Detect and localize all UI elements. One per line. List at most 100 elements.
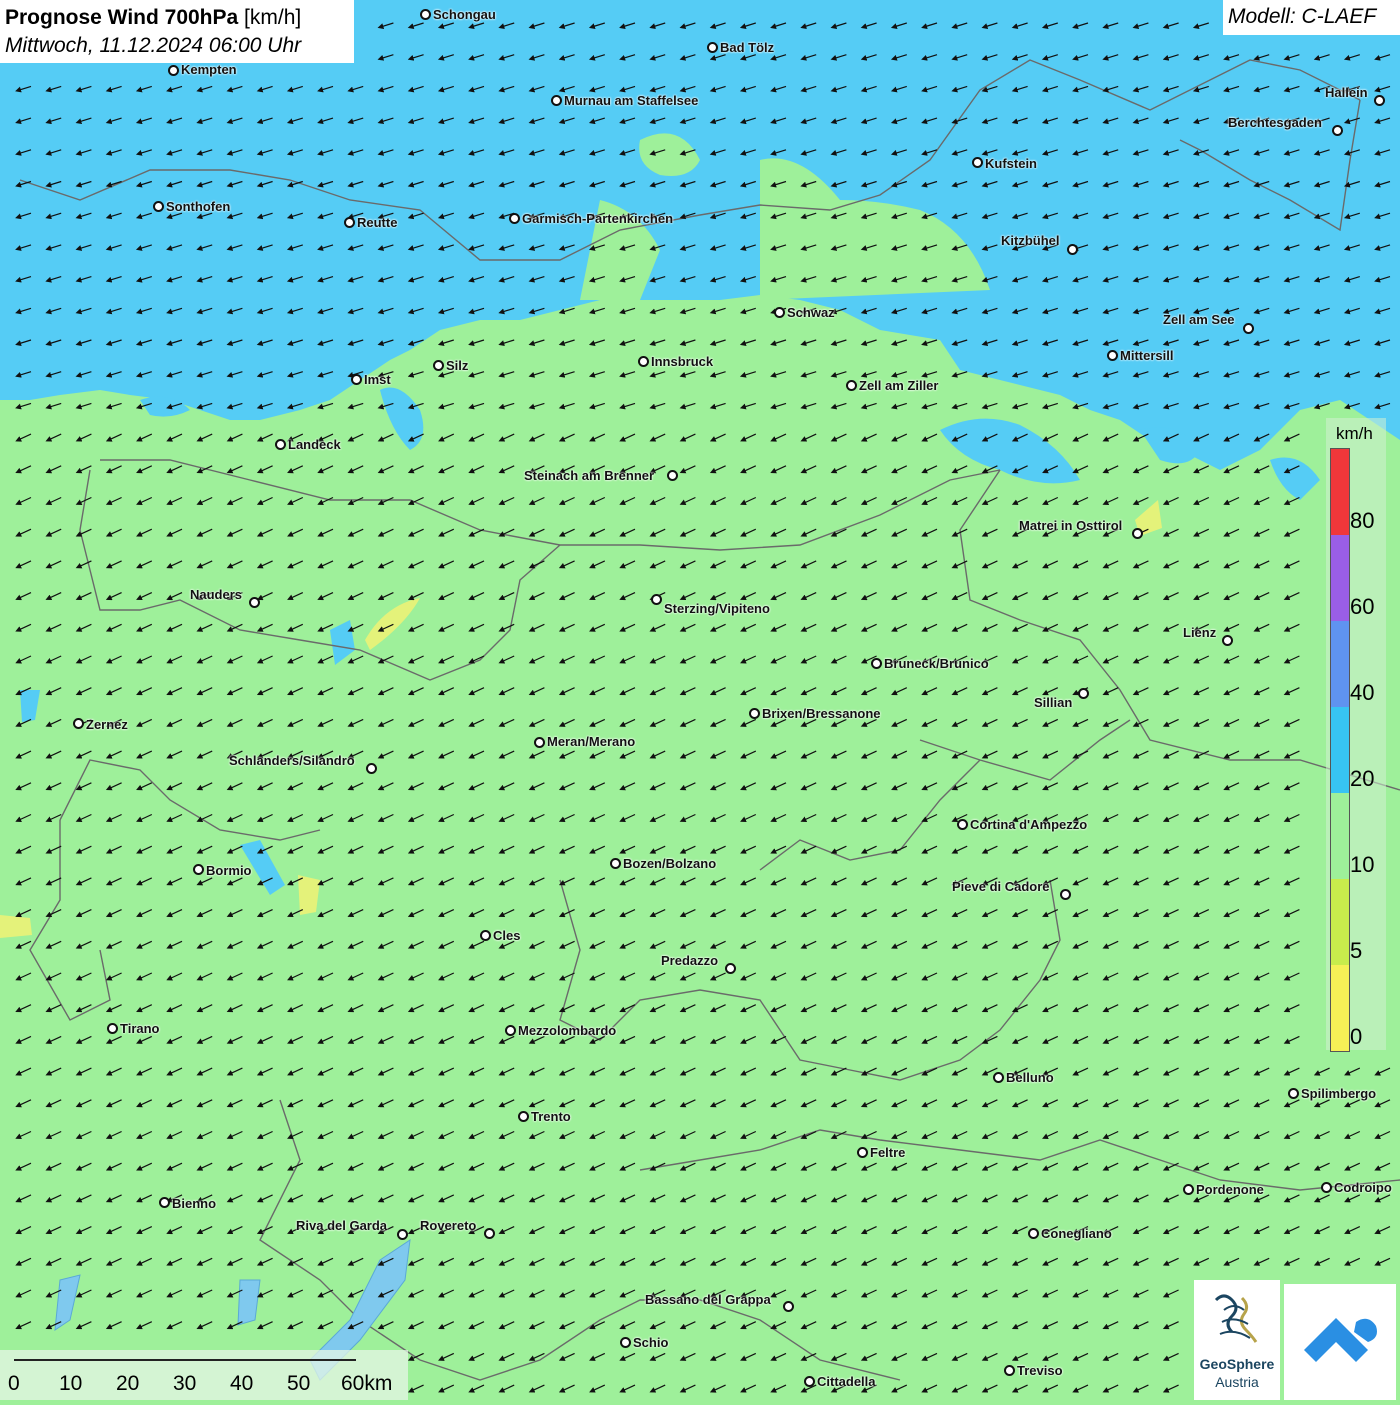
city-label[interactable]: Hallein	[1325, 85, 1368, 100]
city-label[interactable]: Mezzolombardo	[518, 1023, 616, 1038]
city-label[interactable]: Nauders	[190, 587, 242, 602]
city-marker	[153, 201, 164, 212]
city-label[interactable]: Treviso	[1017, 1363, 1063, 1378]
geosphere-name: GeoSphere	[1199, 1356, 1275, 1372]
city-marker	[1332, 125, 1343, 136]
app-logo[interactable]	[1284, 1284, 1396, 1400]
scale-label: 0	[8, 1372, 20, 1395]
city-label[interactable]: Trento	[531, 1109, 571, 1124]
legend-label: 80	[1350, 508, 1375, 533]
city-label[interactable]: Bassano del Grappa	[645, 1292, 771, 1307]
forecast-datetime: Mittwoch, 11.12.2024 06:00 Uhr	[5, 34, 302, 57]
city-marker	[667, 470, 678, 481]
city-marker	[505, 1025, 516, 1036]
city-label[interactable]: Landeck	[288, 437, 341, 452]
city-label[interactable]: Reutte	[357, 215, 397, 230]
city-label[interactable]: Bruneck/Brunico	[884, 656, 989, 671]
legend-label: 40	[1350, 680, 1375, 705]
city-marker	[551, 95, 562, 106]
city-label[interactable]: Zernez	[86, 717, 128, 732]
city-label[interactable]: Matrei in Osttirol	[1019, 518, 1122, 533]
city-label[interactable]: Meran/Merano	[547, 734, 635, 749]
city-marker	[1060, 889, 1071, 900]
city-marker	[774, 307, 785, 318]
model-name: Modell: C-LAEF	[1228, 5, 1377, 28]
city-marker	[1243, 323, 1254, 334]
city-marker	[620, 1337, 631, 1348]
city-label[interactable]: Garmisch-Partenkirchen	[522, 211, 673, 226]
city-marker	[857, 1147, 868, 1158]
city-label[interactable]: Feltre	[870, 1145, 905, 1160]
app-logo-icon	[1304, 1318, 1377, 1362]
legend-label: 5	[1350, 938, 1363, 963]
city-marker	[651, 594, 662, 605]
legend-segment-20	[1331, 707, 1349, 793]
map-title: Prognose Wind 700hPa [km/h]	[5, 6, 302, 29]
city-label[interactable]: Riva del Garda	[296, 1218, 387, 1233]
city-marker	[1107, 350, 1118, 361]
city-label[interactable]: Silz	[446, 358, 468, 373]
city-marker	[871, 658, 882, 669]
city-marker	[1067, 244, 1078, 255]
city-label[interactable]: Zell am Ziller	[859, 378, 938, 393]
city-label[interactable]: Conegliano	[1041, 1226, 1112, 1241]
title-box: Prognose Wind 700hPa [km/h] Mittwoch, 11…	[0, 0, 354, 63]
city-label[interactable]: Schongau	[433, 7, 496, 22]
scale-label: 50	[287, 1372, 311, 1395]
geosphere-logo-icon	[1214, 1294, 1258, 1343]
city-marker	[1028, 1228, 1039, 1239]
city-marker	[107, 1023, 118, 1034]
city-label[interactable]: Cortina d'Ampezzo	[970, 817, 1087, 832]
city-label[interactable]: Codroipo	[1334, 1180, 1392, 1195]
city-label[interactable]: Brixen/Bressanone	[762, 706, 881, 721]
city-label[interactable]: Sonthofen	[166, 199, 230, 214]
city-marker	[1183, 1184, 1194, 1195]
city-label[interactable]: Murnau am Staffelsee	[564, 93, 698, 108]
city-label[interactable]: Belluno	[1006, 1070, 1054, 1085]
city-marker	[846, 380, 857, 391]
city-marker	[957, 819, 968, 830]
city-marker	[725, 963, 736, 974]
city-label[interactable]: Steinach am Brenner	[524, 468, 654, 483]
city-marker	[344, 217, 355, 228]
city-label[interactable]: Berchtesgaden	[1228, 115, 1322, 130]
city-label[interactable]: Sillian	[1034, 695, 1072, 710]
city-label[interactable]: Spilimbergo	[1301, 1086, 1376, 1101]
legend-label: 0	[1350, 1024, 1363, 1049]
city-marker	[1321, 1182, 1332, 1193]
city-label[interactable]: Bad Tölz	[720, 40, 774, 55]
scale-label: 10	[59, 1372, 83, 1395]
city-marker	[509, 213, 520, 224]
city-label[interactable]: Kitzbühel	[1001, 233, 1060, 248]
city-label[interactable]: Bozen/Bolzano	[623, 856, 716, 871]
city-label[interactable]: Schlanders/Silandro	[229, 753, 355, 768]
city-label[interactable]: Cittadella	[817, 1374, 876, 1389]
city-label[interactable]: Bienno	[172, 1196, 216, 1211]
city-marker	[168, 65, 179, 76]
city-marker	[193, 864, 204, 875]
city-label[interactable]: Innsbruck	[651, 354, 713, 369]
city-label[interactable]: Bormio	[206, 863, 252, 878]
city-label[interactable]: Rovereto	[420, 1218, 476, 1233]
city-label[interactable]: Kempten	[181, 62, 237, 77]
legend-segment-40	[1331, 621, 1349, 707]
city-label[interactable]: Pieve di Cadore	[952, 879, 1050, 894]
city-label[interactable]: Tirano	[120, 1021, 160, 1036]
legend-segment-60	[1331, 535, 1349, 621]
scale-label: 30	[173, 1372, 197, 1395]
city-label[interactable]: Mittersill	[1120, 348, 1173, 363]
city-label[interactable]: Predazzo	[661, 953, 718, 968]
city-label[interactable]: Lienz	[1183, 625, 1216, 640]
geosphere-logo[interactable]: GeoSphere Austria	[1194, 1280, 1280, 1400]
city-label[interactable]: Pordenone	[1196, 1182, 1264, 1197]
city-label[interactable]: Cles	[493, 928, 520, 943]
city-label[interactable]: Zell am See	[1163, 312, 1235, 327]
city-label[interactable]: Sterzing/Vipiteno	[664, 601, 770, 616]
city-label[interactable]: Kufstein	[985, 156, 1037, 171]
model-box: Modell: C-LAEF	[1223, 0, 1400, 35]
legend-label: 20	[1350, 766, 1375, 791]
city-label[interactable]: Schwaz	[787, 305, 835, 320]
city-label[interactable]: Imst	[364, 372, 391, 387]
city-marker	[1078, 688, 1089, 699]
city-label[interactable]: Schio	[633, 1335, 668, 1350]
